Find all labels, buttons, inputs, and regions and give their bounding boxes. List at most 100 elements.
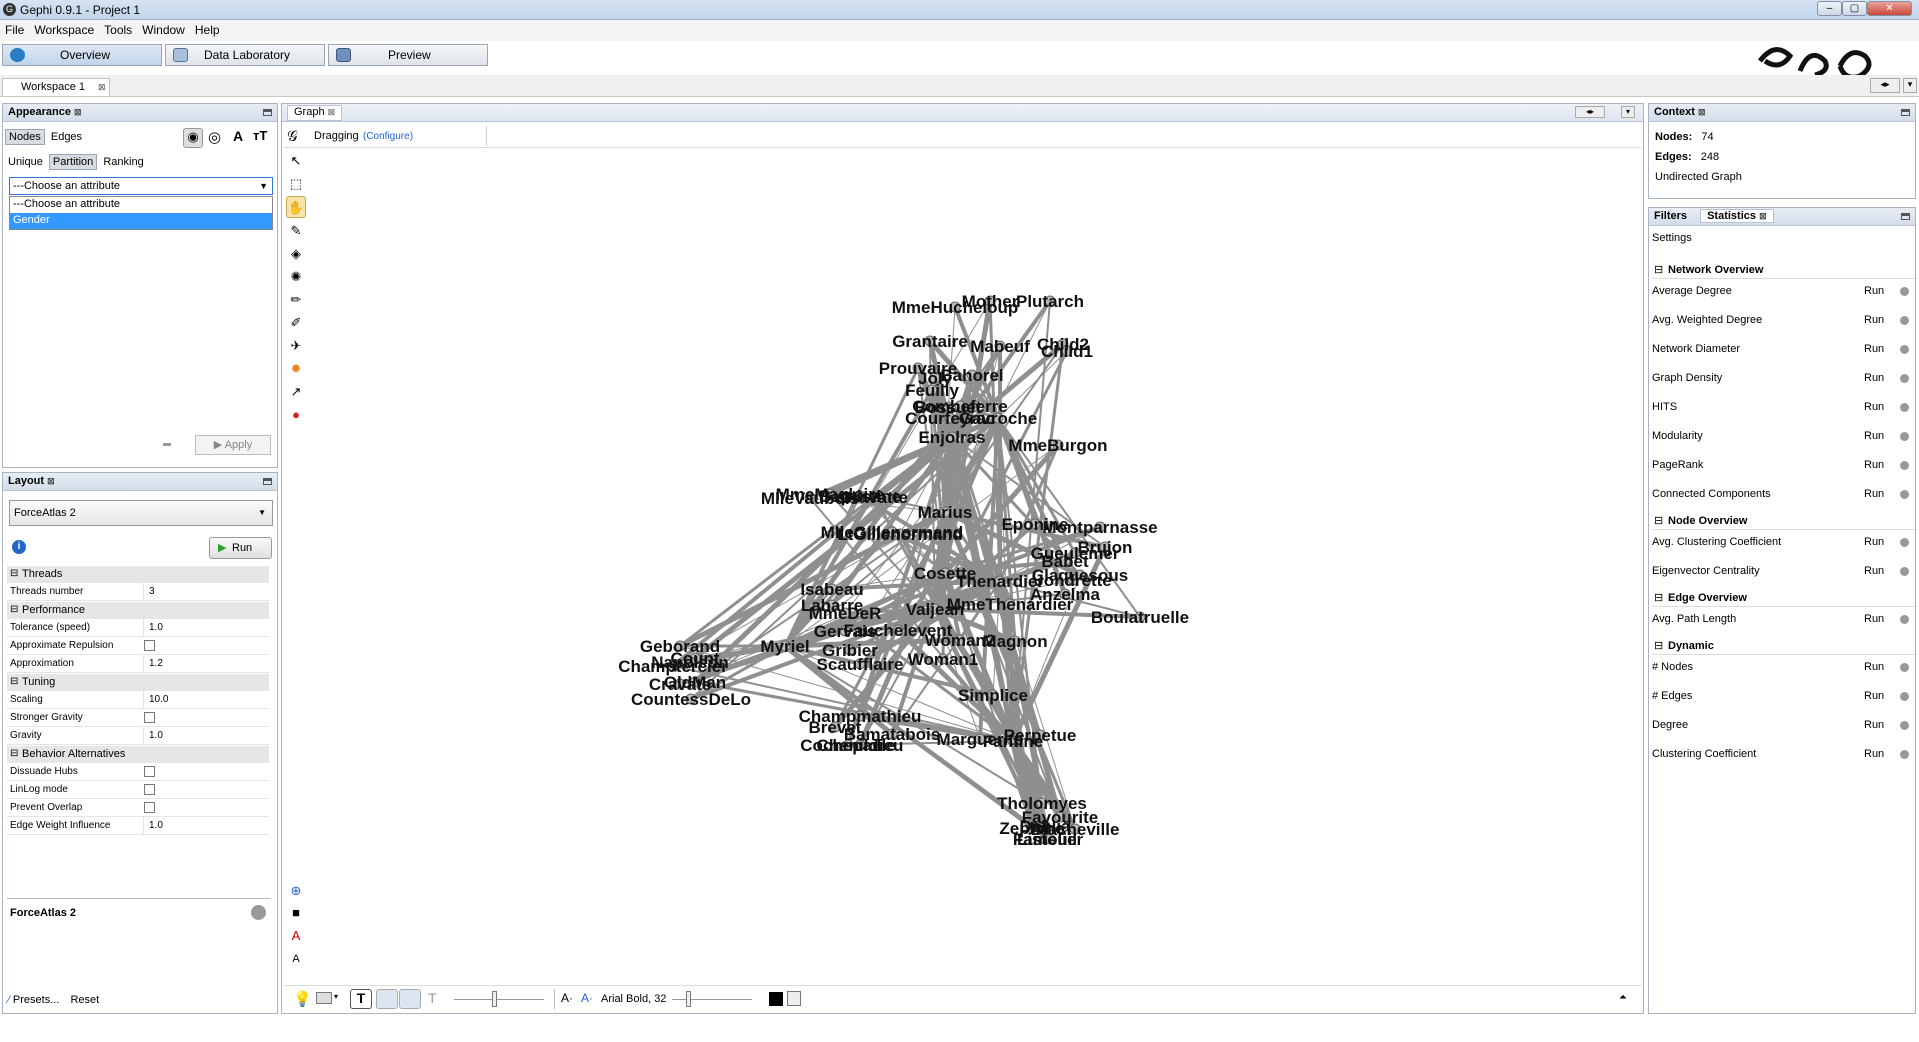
stat-run-button[interactable]: Run [1864, 310, 1884, 330]
close-button[interactable]: ✕ [1867, 1, 1912, 16]
minimize-icon[interactable] [263, 478, 272, 485]
graph-tab[interactable]: Graph ⊠ [287, 105, 343, 121]
gravity-field[interactable]: 1.0 [143, 727, 269, 744]
linlog-mode-checkbox[interactable] [144, 784, 155, 795]
tab-nodes[interactable]: Nodes [5, 129, 45, 145]
workspace-dropdown-button[interactable]: ▾ [1903, 78, 1917, 93]
stat-run-button[interactable]: Run [1864, 339, 1884, 359]
stat-group-3[interactable]: Dynamic [1652, 638, 1915, 655]
menu-help[interactable]: Help [190, 20, 225, 37]
section-tuning[interactable]: Tuning [7, 674, 269, 691]
slider-thumb[interactable] [686, 991, 691, 1007]
apply-button[interactable]: ▶ Apply [195, 435, 271, 455]
tab-list-button[interactable]: ▾ [1621, 106, 1635, 118]
overview-button[interactable]: Overview [2, 44, 162, 66]
presets-button[interactable]: Presets... [13, 994, 59, 1006]
edge-weight-influence-field[interactable]: 1.0 [143, 817, 269, 834]
edge-scale-slider[interactable] [454, 999, 544, 1000]
threads-number-field[interactable]: 3 [143, 583, 269, 600]
workspace-nav-arrows[interactable]: ◂▸ [1870, 78, 1900, 93]
stat-run-button[interactable]: Run [1864, 426, 1884, 446]
statistics-settings-button[interactable]: Settings [1652, 232, 1692, 244]
minimize-icon[interactable] [263, 109, 272, 116]
tab-filters[interactable]: Filters [1654, 210, 1687, 222]
stat-run-button[interactable]: Run [1864, 609, 1884, 629]
chevron-down-icon[interactable]: ▾ [334, 992, 338, 1001]
stat-group-0[interactable]: Network Overview [1652, 262, 1915, 279]
minimize-icon[interactable] [1901, 213, 1910, 220]
close-icon[interactable]: ⊠ [74, 107, 82, 117]
menu-file[interactable]: File [0, 20, 29, 37]
label-color-icon[interactable]: A· [581, 991, 593, 1005]
size-icon[interactable]: ◎ [208, 128, 221, 146]
approximate-repulsion-checkbox[interactable] [144, 640, 155, 651]
screenshot-icon[interactable] [316, 992, 332, 1004]
stat-group-1[interactable]: Node Overview [1652, 513, 1915, 530]
section-performance[interactable]: Performance [7, 602, 269, 619]
font-size-decrease-icon[interactable]: A· [561, 991, 573, 1005]
data-laboratory-button[interactable]: Data Laboratory [165, 44, 325, 66]
edge-toggle[interactable] [376, 989, 398, 1009]
close-icon[interactable]: ⊠ [98, 79, 106, 95]
stat-run-button[interactable]: Run [1864, 455, 1884, 475]
tab-statistics[interactable]: Statistics ⊠ [1700, 209, 1774, 223]
section-behavior-alternatives[interactable]: Behavior Alternatives [7, 746, 269, 763]
tab-nav-arrows[interactable]: ◂▸ [1575, 106, 1605, 118]
option-gender[interactable]: Gender [10, 213, 272, 229]
stat-run-button[interactable]: Run [1864, 686, 1884, 706]
stat-run-button[interactable]: Run [1864, 532, 1884, 552]
minimize-icon[interactable] [1901, 109, 1910, 116]
stat-run-button[interactable]: Run [1864, 484, 1884, 504]
tab-edges[interactable]: Edges [48, 130, 85, 144]
stronger-gravity-checkbox[interactable] [144, 712, 155, 723]
layout-algorithm-select[interactable]: ForceAtlas 2 ▼ [9, 500, 273, 526]
stat-run-button[interactable]: Run [1864, 281, 1884, 301]
maximize-button[interactable]: ▢ [1842, 1, 1867, 16]
expand-toolbar-icon[interactable]: ⏶ [1619, 992, 1627, 1003]
menu-workspace[interactable]: Workspace [29, 20, 99, 37]
mode-partition[interactable]: Partition [48, 154, 98, 170]
close-icon[interactable]: ⊠ [1759, 211, 1767, 221]
close-icon[interactable]: ⊠ [47, 476, 55, 486]
label-color-swatch[interactable] [769, 992, 783, 1006]
configure-link[interactable]: (Configure) [363, 131, 413, 142]
stat-run-button[interactable]: Run [1864, 397, 1884, 417]
label-color-icon[interactable]: A [233, 128, 243, 144]
attribute-select[interactable]: ---Choose an attribute ▼ [9, 177, 273, 195]
reset-button[interactable]: Reset [70, 994, 99, 1006]
preview-button[interactable]: Preview [328, 44, 488, 66]
label-attributes-icon[interactable] [787, 991, 801, 1006]
prevent-overlap-checkbox[interactable] [144, 802, 155, 813]
run-layout-button[interactable]: ▶ Run [209, 537, 272, 559]
info-icon[interactable]: i [12, 540, 26, 554]
stat-run-button[interactable]: Run [1864, 368, 1884, 388]
close-icon[interactable]: ⊠ [328, 107, 336, 117]
stat-run-button[interactable]: Run [1864, 657, 1884, 677]
menu-tools[interactable]: Tools [99, 20, 137, 37]
menu-window[interactable]: Window [137, 20, 190, 37]
workspace-tab[interactable]: Workspace 1 ⊠ [2, 78, 110, 96]
approximation-field[interactable]: 1.2 [143, 655, 269, 672]
color-palette-icon[interactable]: ◉ [183, 128, 203, 148]
option-choose-attribute[interactable]: ---Choose an attribute [10, 197, 272, 213]
close-icon[interactable]: ⊠ [1698, 107, 1706, 117]
graph-canvas[interactable]: MmeHucheloupMotherPlutarchGrantaire Mabeu… [306, 150, 1642, 980]
stat-run-button[interactable]: Run [1864, 561, 1884, 581]
show-labels-toggle[interactable]: T [350, 989, 372, 1009]
label-size-slider[interactable] [672, 999, 752, 1000]
lightbulb-icon[interactable]: 💡 [293, 990, 312, 1008]
mode-unique[interactable]: Unique [5, 155, 46, 169]
minimize-button[interactable]: – [1817, 1, 1842, 16]
label-size-icon[interactable]: T [428, 990, 437, 1006]
scaling-field[interactable]: 10.0 [143, 691, 269, 708]
edge-color-toggle[interactable] [399, 989, 421, 1009]
stat-run-button[interactable]: Run [1864, 715, 1884, 735]
drag-hand-icon[interactable]: ✋ [286, 196, 306, 218]
mode-ranking[interactable]: Ranking [100, 155, 146, 169]
stat-group-2[interactable]: Edge Overview [1652, 590, 1915, 607]
tolerance-field[interactable]: 1.0 [143, 619, 269, 636]
section-threads[interactable]: Threads [7, 566, 269, 583]
dissuade-hubs-checkbox[interactable] [144, 766, 155, 777]
slider-thumb[interactable] [492, 991, 497, 1007]
stat-run-button[interactable]: Run [1864, 744, 1884, 764]
